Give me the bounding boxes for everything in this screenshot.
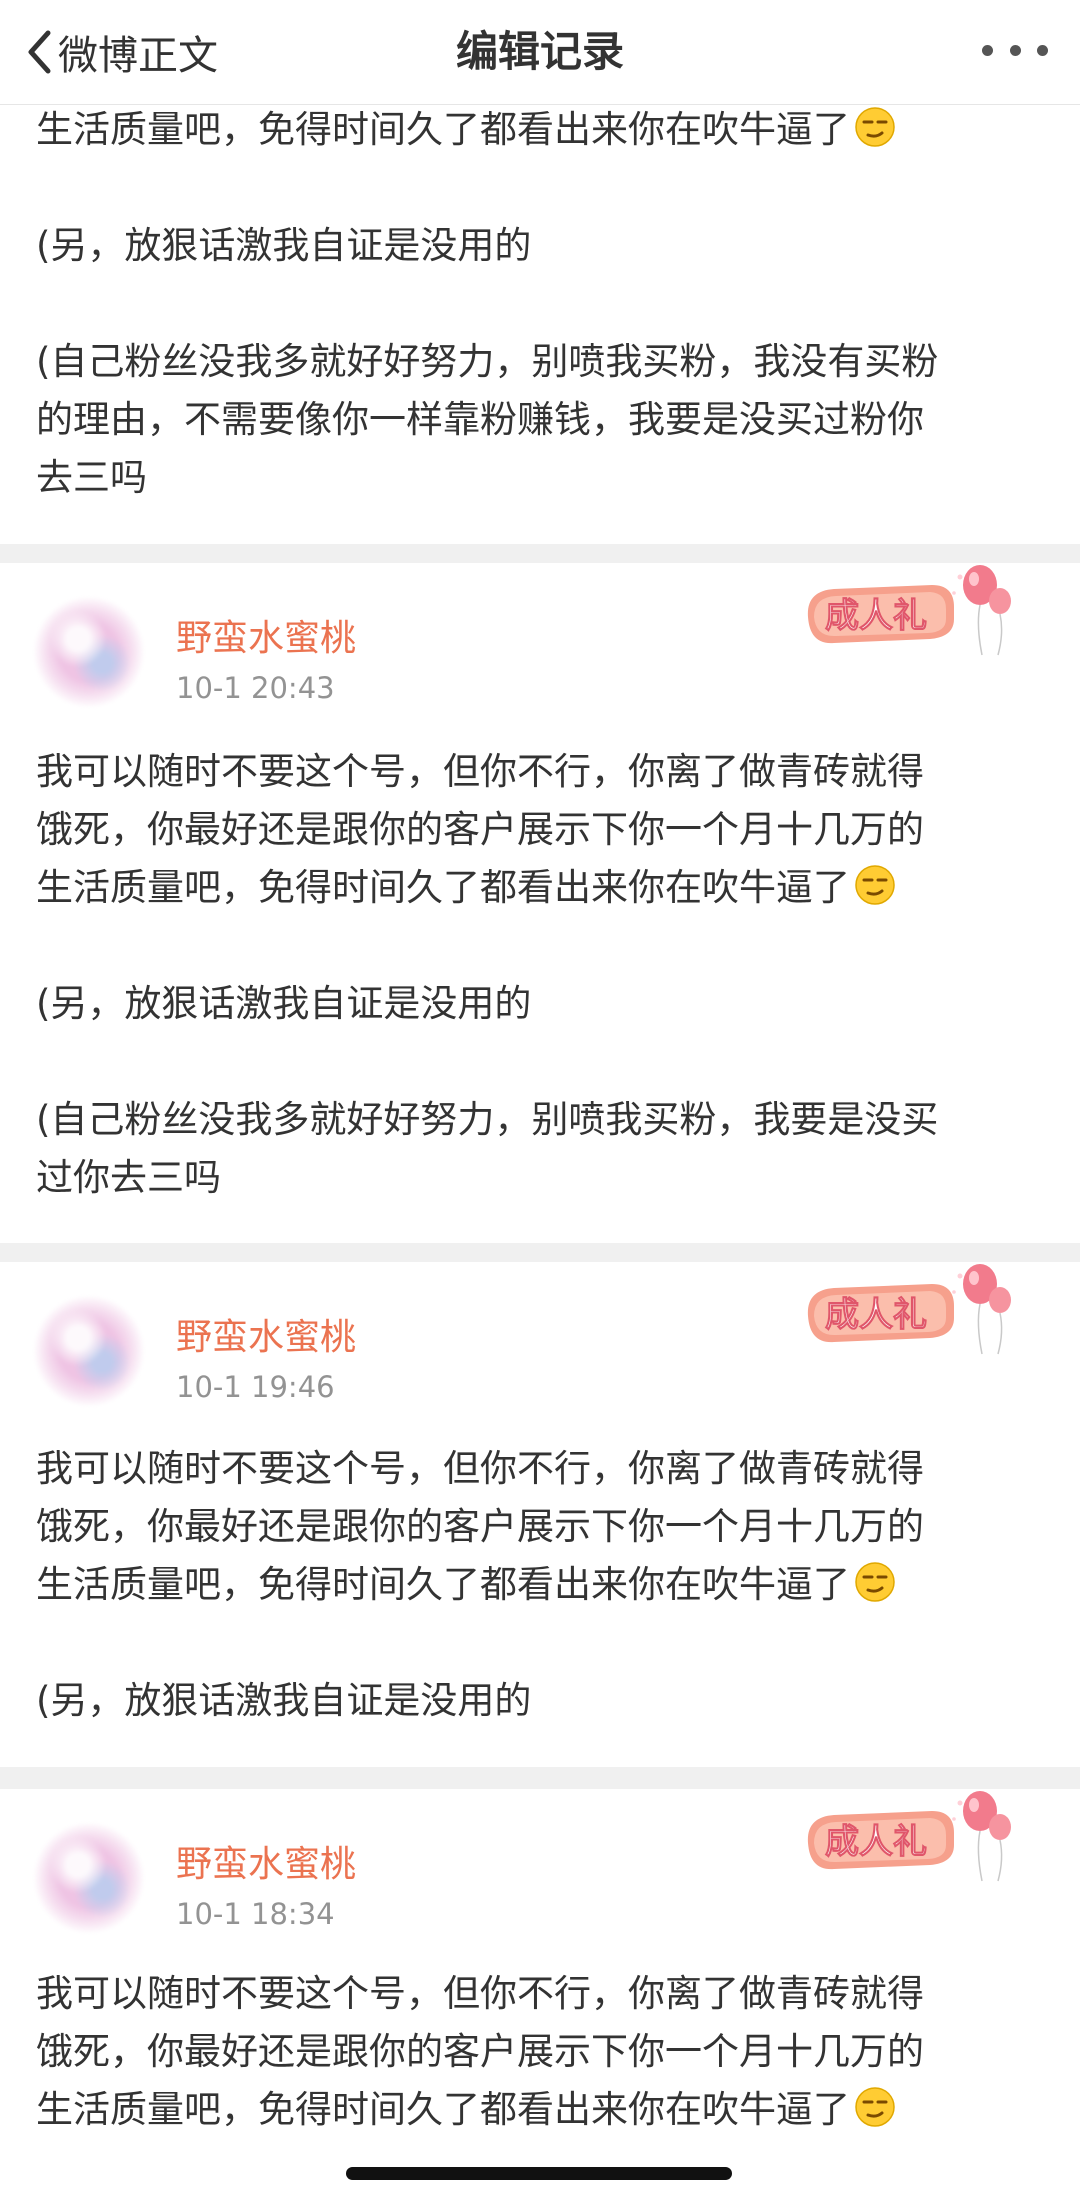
- body-line: 我可以随时不要这个号，但你不行，你离了做青砖就得: [36, 1972, 924, 2015]
- page-title: 编辑记录: [455, 27, 624, 76]
- username[interactable]: 野蛮水蜜桃: [176, 1835, 356, 1887]
- record-card: 野蛮水蜜桃 10-1 20:43 成人礼 我可以随时不要这个号，但你不行，你离了…: [0, 563, 1080, 1243]
- record-body: 我可以随时不要这个号，但你不行，你离了做青砖就得 饿死，你最好还是跟你的客户展示…: [36, 1440, 1056, 1730]
- timestamp: 10-1 18:34: [176, 1897, 335, 1931]
- record-body: 我可以随时不要这个号，但你不行，你离了做青砖就得 饿死，你最好还是跟你的客户展示…: [36, 1965, 1056, 2139]
- body-line: 饿死，你最好还是跟你的客户展示下你一个月十几万的: [36, 2030, 924, 2073]
- nav-bar: 微博正文 编辑记录: [0, 0, 1080, 105]
- coming-of-age-badge[interactable]: 成人礼: [804, 1262, 1014, 1362]
- body-line: 生活质量吧，免得时间久了都看出来你在吹牛逼了: [36, 1556, 1056, 1614]
- avatar[interactable]: [34, 1296, 144, 1406]
- body-line: 生活质量吧，免得时间久了都看出来你在吹牛逼了: [36, 101, 1056, 159]
- smirk-emoji-icon: [854, 106, 896, 148]
- smirk-emoji-icon: [854, 2086, 896, 2128]
- record-card-partial: 生活质量吧，免得时间久了都看出来你在吹牛逼了 (另，放狠话激我自证是没用的 (自…: [0, 104, 1080, 544]
- body-line: 的理由，不需要像你一样靠粉赚钱，我要是没买过粉你: [36, 398, 924, 441]
- body-line: (另，放狠话激我自证是没用的: [36, 982, 532, 1025]
- coming-of-age-badge[interactable]: 成人礼: [804, 563, 1014, 663]
- body-line: 饿死，你最好还是跟你的客户展示下你一个月十几万的: [36, 808, 924, 851]
- smirk-emoji-icon: [854, 1561, 896, 1603]
- body-line: 生活质量吧，免得时间久了都看出来你在吹牛逼了: [36, 859, 1056, 917]
- body-line: 过你去三吗: [36, 1156, 221, 1199]
- badge-label: 成人礼: [825, 596, 927, 636]
- body-line: (另，放狠话激我自证是没用的: [36, 224, 532, 267]
- timestamp: 10-1 19:46: [176, 1370, 335, 1404]
- username[interactable]: 野蛮水蜜桃: [176, 1308, 356, 1360]
- record-body: 我可以随时不要这个号，但你不行，你离了做青砖就得 饿死，你最好还是跟你的客户展示…: [36, 743, 1056, 1207]
- home-indicator[interactable]: [346, 2167, 732, 2180]
- record-card: 野蛮水蜜桃 10-1 18:34 成人礼 我可以随时不要这个号，但你不行，你离了…: [0, 1789, 1080, 2203]
- avatar[interactable]: [34, 1823, 144, 1933]
- record-body: 生活质量吧，免得时间久了都看出来你在吹牛逼了 (另，放狠话激我自证是没用的 (自…: [36, 101, 1056, 507]
- badge-label: 成人礼: [825, 1295, 927, 1335]
- body-line: 我可以随时不要这个号，但你不行，你离了做青砖就得: [36, 1447, 924, 1490]
- smirk-emoji-icon: [854, 864, 896, 906]
- body-line: 生活质量吧，免得时间久了都看出来你在吹牛逼了: [36, 2081, 1056, 2139]
- body-line: (自己粉丝没我多就好好努力，别喷我买粉，我要是没买: [36, 1098, 939, 1141]
- body-line: 饿死，你最好还是跟你的客户展示下你一个月十几万的: [36, 1505, 924, 1548]
- coming-of-age-badge[interactable]: 成人礼: [804, 1789, 1014, 1889]
- record-card: 野蛮水蜜桃 10-1 19:46 成人礼 我可以随时不要这个号，但你不行，你离了…: [0, 1262, 1080, 1767]
- timestamp: 10-1 20:43: [176, 671, 335, 705]
- badge-label: 成人礼: [825, 1822, 927, 1862]
- avatar[interactable]: [34, 597, 144, 707]
- more-dots-icon[interactable]: [982, 38, 1048, 62]
- username[interactable]: 野蛮水蜜桃: [176, 609, 356, 661]
- body-line: (另，放狠话激我自证是没用的: [36, 1679, 532, 1722]
- body-line: 去三吗: [36, 456, 147, 499]
- body-line: (自己粉丝没我多就好好努力，别喷我买粉，我没有买粉: [36, 340, 939, 383]
- body-line: 我可以随时不要这个号，但你不行，你离了做青砖就得: [36, 750, 924, 793]
